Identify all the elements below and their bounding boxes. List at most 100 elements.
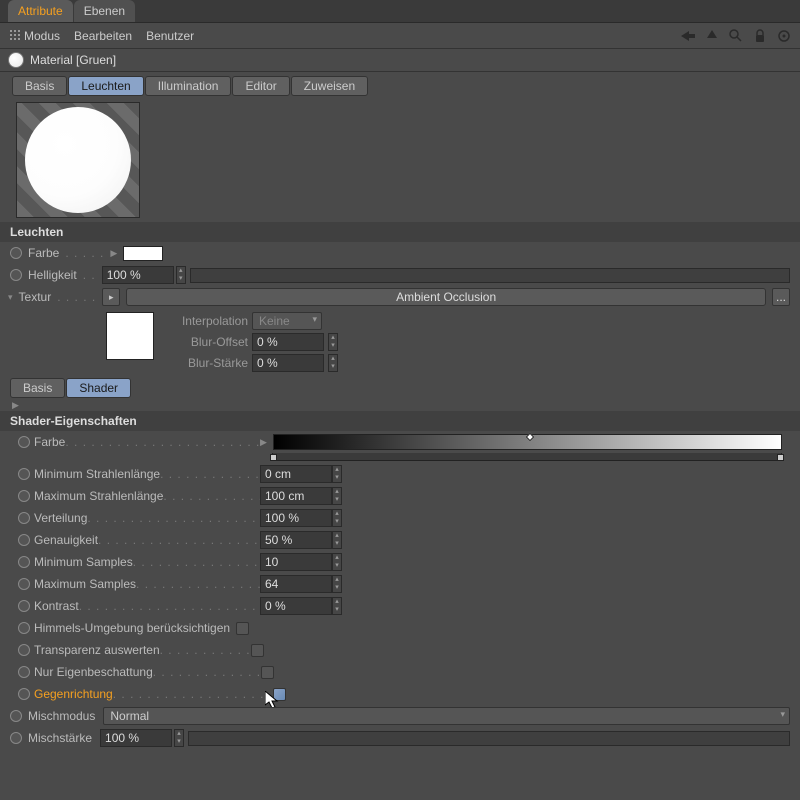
blur-staerke-input[interactable] [252, 354, 324, 372]
shader-expand-icon[interactable]: ▶ [0, 400, 800, 411]
label-interpolation: Interpolation [162, 314, 248, 328]
anim-toggle-genauigkeit[interactable] [18, 534, 30, 546]
up-nav-icon[interactable] [704, 28, 720, 44]
anim-toggle-himmel[interactable] [18, 622, 30, 634]
anim-toggle-farbe[interactable] [10, 247, 22, 259]
texture-name-button[interactable]: Ambient Occlusion [126, 288, 766, 306]
label-genauigkeit: Genauigkeit [34, 533, 98, 547]
row-mischstaerke: Mischstärke [0, 727, 800, 749]
texture-thumbnail[interactable] [106, 312, 154, 360]
back-icon[interactable] [680, 28, 696, 44]
blur-offset-spinner[interactable] [328, 333, 338, 351]
material-preview[interactable] [16, 102, 140, 218]
eigenbeschattung-checkbox[interactable] [261, 666, 274, 679]
anim-toggle-max-strahl[interactable] [18, 490, 30, 502]
row-transparenz: Transparenz auswerten . . . . . . . . . … [0, 639, 800, 661]
transparenz-checkbox[interactable] [251, 644, 264, 657]
label-transparenz: Transparenz auswerten [34, 643, 160, 657]
blur-offset-input[interactable] [252, 333, 324, 351]
mischstaerke-spinner[interactable] [174, 729, 184, 747]
genauigkeit-input[interactable] [260, 531, 332, 549]
gradient-ruler[interactable] [272, 453, 782, 461]
label-blur-staerke: Blur-Stärke [162, 356, 248, 370]
gradient-editor[interactable] [273, 434, 782, 450]
texture-popup-button[interactable]: ▸ [102, 288, 120, 306]
menu-benutzer[interactable]: Benutzer [146, 29, 194, 43]
max-samples-spinner[interactable] [332, 575, 342, 593]
verteilung-spinner[interactable] [332, 509, 342, 527]
mischstaerke-slider[interactable] [188, 731, 790, 746]
tab-leuchten[interactable]: Leuchten [68, 76, 143, 96]
row-helligkeit: Helligkeit . . [0, 264, 800, 286]
tab-shader-basis[interactable]: Basis [10, 378, 65, 398]
section-shader-props: Shader-Eigenschaften [0, 411, 800, 431]
row-shader-farbe: Farbe . . . . . . . . . . . . . . . . . … [0, 431, 800, 453]
row-mischmodus: Mischmodus Normal [0, 705, 800, 727]
tab-editor[interactable]: Editor [232, 76, 289, 96]
row-himmel: Himmels-Umgebung berücksichtigen [0, 617, 800, 639]
grid-icon[interactable] [8, 28, 24, 44]
helligkeit-slider[interactable] [190, 268, 790, 283]
mischstaerke-input[interactable] [100, 729, 172, 747]
tab-zuweisen[interactable]: Zuweisen [291, 76, 368, 96]
row-eigenbeschattung: Nur Eigenbeschattung . . . . . . . . . .… [0, 661, 800, 683]
anim-toggle-kontrast[interactable] [18, 600, 30, 612]
shader-tabs: Basis Shader [0, 376, 800, 400]
max-strahl-spinner[interactable] [332, 487, 342, 505]
max-strahl-input[interactable] [260, 487, 332, 505]
kontrast-input[interactable] [260, 597, 332, 615]
label-textur: Textur [19, 290, 52, 304]
verteilung-input[interactable] [260, 509, 332, 527]
expand-shader-farbe-icon[interactable]: ▶ [260, 437, 267, 448]
anim-toggle-eigenbeschattung[interactable] [18, 666, 30, 678]
menu-bearbeiten[interactable]: Bearbeiten [74, 29, 132, 43]
min-strahl-input[interactable] [260, 465, 332, 483]
anim-toggle-min-strahl[interactable] [18, 468, 30, 480]
anim-toggle-gegenrichtung[interactable] [18, 688, 30, 700]
min-strahl-spinner[interactable] [332, 465, 342, 483]
helligkeit-input[interactable] [102, 266, 174, 284]
farbe-color-swatch[interactable] [123, 246, 163, 261]
section-leuchten: Leuchten [0, 222, 800, 242]
settings-target-icon[interactable] [776, 28, 792, 44]
tab-ebenen[interactable]: Ebenen [74, 0, 135, 22]
blur-staerke-spinner[interactable] [328, 354, 338, 372]
anim-toggle-min-samples[interactable] [18, 556, 30, 568]
anim-toggle-verteilung[interactable] [18, 512, 30, 524]
anim-toggle-mischstaerke[interactable] [10, 732, 22, 744]
interpolation-dropdown[interactable]: Keine [252, 312, 322, 330]
row-verteilung: Verteilung . . . . . . . . . . . . . . .… [0, 507, 800, 529]
row-genauigkeit: Genauigkeit . . . . . . . . . . . . . . … [0, 529, 800, 551]
lock-icon[interactable] [752, 28, 768, 44]
label-gegenrichtung: Gegenrichtung [34, 687, 113, 701]
material-header: Material [Gruen] [0, 49, 800, 72]
anim-toggle-max-samples[interactable] [18, 578, 30, 590]
expand-textur-icon[interactable]: ▾ [8, 292, 13, 303]
himmel-checkbox[interactable] [236, 622, 249, 635]
gegenrichtung-checkbox[interactable] [273, 688, 286, 701]
max-samples-input[interactable] [260, 575, 332, 593]
expand-farbe-icon[interactable]: ▶ [110, 248, 117, 259]
label-min-strahl: Minimum Strahlenlänge [34, 467, 160, 481]
tab-illumination[interactable]: Illumination [145, 76, 232, 96]
genauigkeit-spinner[interactable] [332, 531, 342, 549]
helligkeit-spinner[interactable] [176, 266, 186, 284]
texture-browse-button[interactable]: ... [772, 288, 790, 306]
search-icon[interactable] [728, 28, 744, 44]
row-textur: ▾ Textur . . . . . ▸ Ambient Occlusion .… [0, 286, 800, 308]
anim-toggle-mischmodus[interactable] [10, 710, 22, 722]
anim-toggle-transparenz[interactable] [18, 644, 30, 656]
tab-shader-shader[interactable]: Shader [66, 378, 131, 398]
tab-basis[interactable]: Basis [12, 76, 67, 96]
menu-modus[interactable]: Modus [24, 29, 60, 43]
tab-attribute[interactable]: Attribute [8, 0, 73, 22]
anim-toggle-shader-farbe[interactable] [18, 436, 30, 448]
kontrast-spinner[interactable] [332, 597, 342, 615]
label-eigenbeschattung: Nur Eigenbeschattung [34, 665, 153, 679]
anim-toggle-helligkeit[interactable] [10, 269, 22, 281]
channel-tabs: Basis Leuchten Illumination Editor Zuwei… [0, 72, 800, 98]
min-samples-input[interactable] [260, 553, 332, 571]
mischmodus-dropdown[interactable]: Normal [103, 707, 790, 725]
label-helligkeit: Helligkeit [28, 268, 77, 282]
min-samples-spinner[interactable] [332, 553, 342, 571]
